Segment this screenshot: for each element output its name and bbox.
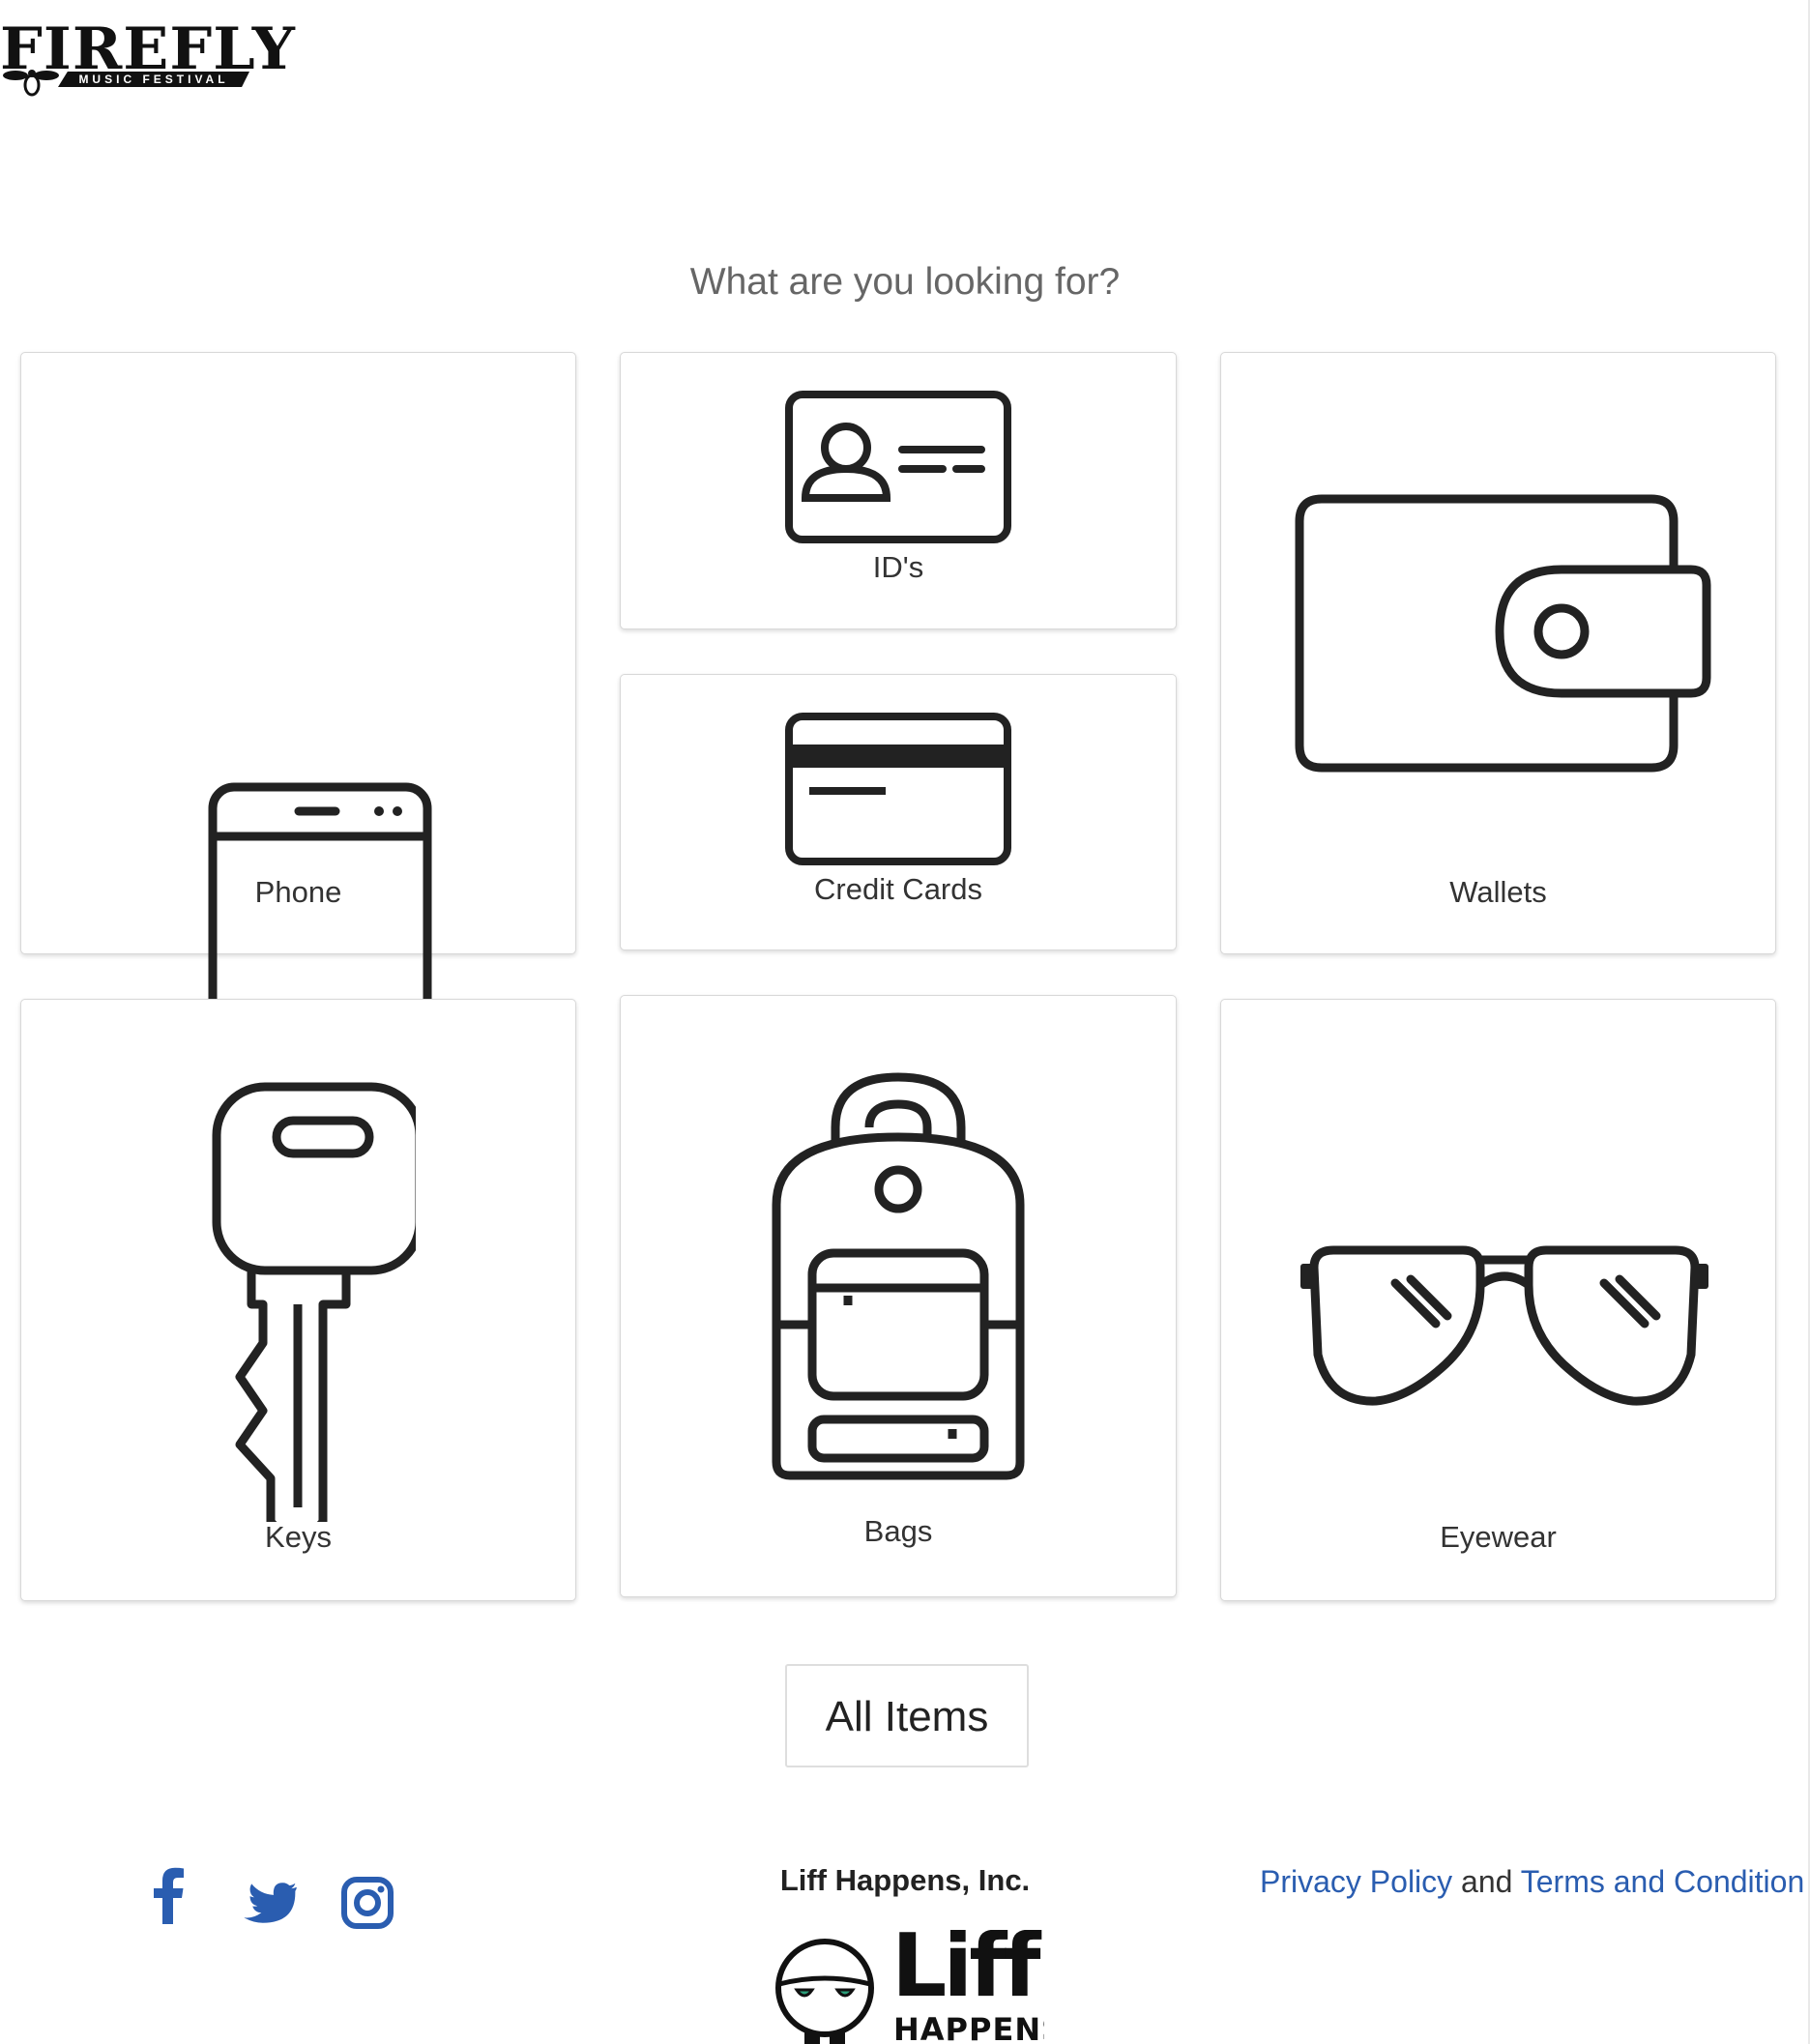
liff-logo-sub: HAPPENS [893,2011,1044,2044]
instagram-link[interactable] [340,1876,394,1935]
twitter-icon [244,1883,297,1923]
firefly-bee-icon [3,70,59,97]
liff-happens-logo[interactable]: Liff HAPPENS [774,1930,1044,2044]
category-label-eyewear: Eyewear [1440,1520,1557,1554]
category-label-keys: Keys [265,1520,332,1554]
facebook-icon [154,1867,184,1924]
category-label-wallets: Wallets [1449,875,1547,909]
privacy-policy-link[interactable]: Privacy Policy [1260,1864,1452,1899]
category-card-ids[interactable]: ID's [620,352,1177,629]
company-name: Liff Happens, Inc. [779,1863,1031,1897]
category-card-keys[interactable]: Keys [20,999,576,1601]
key-icon [212,1082,416,1522]
firefly-logo[interactable]: FIREFLY MUSIC FESTIVAL [0,15,295,106]
liff-mascot-icon [775,1939,874,2044]
category-card-eyewear[interactable]: Eyewear [1220,999,1776,1601]
category-card-credit-cards[interactable]: Credit Cards [620,674,1177,950]
all-items-button[interactable]: All Items [785,1664,1029,1767]
category-card-phone[interactable]: Phone [20,352,576,1186]
id-card-icon [785,391,1011,543]
terms-link[interactable]: Terms and Condition [1521,1864,1804,1899]
logo-subtitle: MUSIC FESTIVAL [58,72,249,87]
category-label-bags: Bags [863,1514,933,1548]
category-card-bags[interactable]: Bags [620,995,1177,1597]
category-label-ids: ID's [872,550,924,584]
wallet-icon [1295,494,1711,773]
legal-and-text: and [1452,1864,1521,1899]
category-label-credit-cards: Credit Cards [814,872,982,906]
instagram-icon [341,1877,394,1929]
legal-links: Privacy Policy and Terms and Condition [1260,1864,1804,1900]
category-label-phone: Phone [254,875,342,909]
liff-logo-word: Liff [891,1930,1041,2017]
category-card-wallets[interactable]: Wallets [1220,352,1776,954]
facebook-link[interactable] [153,1866,184,1929]
backpack-icon [772,1072,1025,1480]
page-prompt: What are you looking for? [689,261,1121,303]
twitter-link[interactable] [241,1882,297,1933]
credit-card-icon [785,713,1011,865]
sunglasses-icon [1300,1245,1708,1406]
